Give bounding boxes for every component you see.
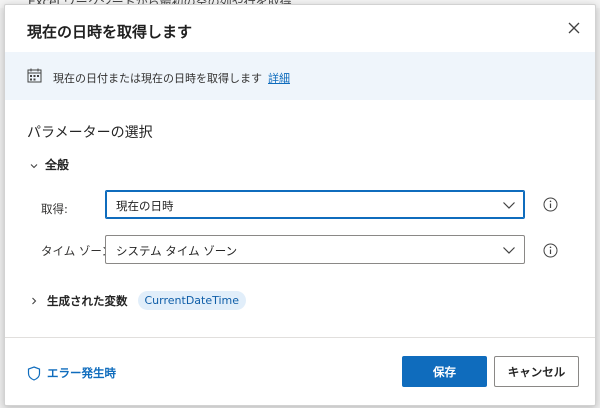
timezone-select[interactable]: システム タイム ゾーン (105, 235, 525, 264)
info-icon[interactable] (543, 197, 558, 212)
shield-icon (27, 365, 41, 381)
get-select-value: 現在の日時 (116, 199, 174, 213)
get-select[interactable]: 現在の日時 (105, 190, 525, 219)
on-error-link[interactable]: エラー発生時 (27, 365, 116, 381)
on-error-label: エラー発生時 (47, 366, 116, 380)
generated-variables-label: 生成された変数 (47, 293, 128, 308)
variable-chip[interactable]: CurrentDateTime (137, 291, 247, 310)
group-label: 全般 (45, 158, 70, 172)
info-description: 現在の日付または現在の日時を取得します (53, 72, 262, 85)
info-bar: 現在の日付または現在の日時を取得します 詳細 (5, 52, 595, 100)
calendar-icon (27, 68, 42, 83)
section-title: パラメーターの選択 (27, 125, 153, 141)
cancel-button[interactable]: キャンセル (494, 356, 579, 387)
chevron-right-icon (32, 297, 37, 304)
dropdown-chevron-icon (503, 247, 515, 254)
get-field-label: 取得: (41, 202, 68, 216)
timezone-select-value: システム タイム ゾーン (116, 244, 238, 258)
close-icon[interactable] (565, 19, 583, 37)
generated-variables-toggle[interactable]: 生成された変数 CurrentDateTime (29, 291, 247, 310)
dialog-title: 現在の日時を取得します (27, 23, 193, 41)
info-text: 現在の日付または現在の日時を取得します 詳細 (53, 70, 290, 86)
dropdown-chevron-icon (503, 202, 515, 209)
footer-divider (5, 337, 595, 338)
save-button[interactable]: 保存 (402, 356, 487, 387)
group-general-toggle[interactable]: 全般 (29, 156, 69, 173)
get-datetime-dialog: 現在の日時を取得します 現在の日付または現在の日時を取得します 詳細 パラメーター… (4, 4, 596, 406)
info-icon[interactable] (543, 243, 558, 258)
chevron-down-icon (30, 163, 38, 168)
details-link[interactable]: 詳細 (268, 72, 290, 85)
